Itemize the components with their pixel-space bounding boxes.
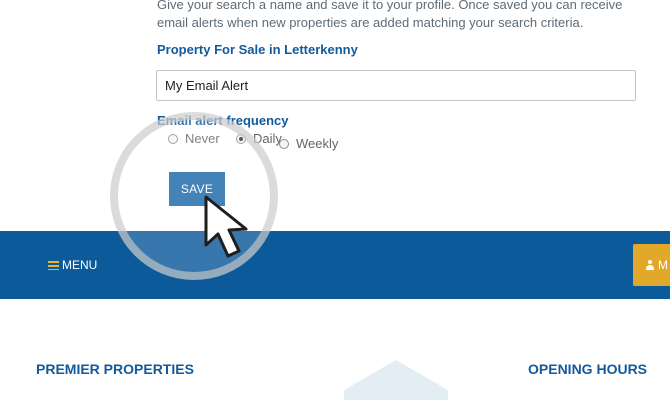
account-label: M [658, 258, 668, 272]
radio-label-daily: Daily [253, 131, 282, 146]
nav-bar: MENU M [0, 231, 670, 299]
menu-label: MENU [62, 258, 98, 272]
account-button[interactable]: M [633, 244, 670, 286]
hamburger-icon [48, 260, 59, 270]
radio-option-never[interactable]: Never [168, 131, 220, 146]
radio-button-weekly[interactable] [279, 138, 289, 149]
intro-text: Give your search a name and save it to y… [157, 0, 623, 30]
opening-hours-heading: OPENING HOURS [528, 361, 648, 377]
radio-button-never[interactable] [168, 133, 178, 144]
radio-label-never: Never [185, 131, 220, 146]
menu-button[interactable]: MENU [48, 258, 97, 272]
save-button[interactable]: SAVE [169, 172, 225, 206]
radio-option-daily[interactable]: Daily [236, 131, 282, 146]
frequency-label: Email alert frequency [157, 113, 289, 128]
premier-properties-heading: PREMIER PROPERTIES [36, 361, 194, 377]
alert-name-input[interactable] [156, 70, 636, 101]
house-roof-logo [344, 360, 448, 400]
search-title: Property For Sale in Letterkenny [157, 42, 358, 57]
person-icon [646, 260, 654, 270]
radio-option-weekly[interactable]: Weekly [279, 136, 338, 151]
radio-button-daily[interactable] [236, 133, 246, 144]
radio-label-weekly: Weekly [296, 136, 339, 151]
page: Give your search a name and save it to y… [0, 0, 670, 400]
